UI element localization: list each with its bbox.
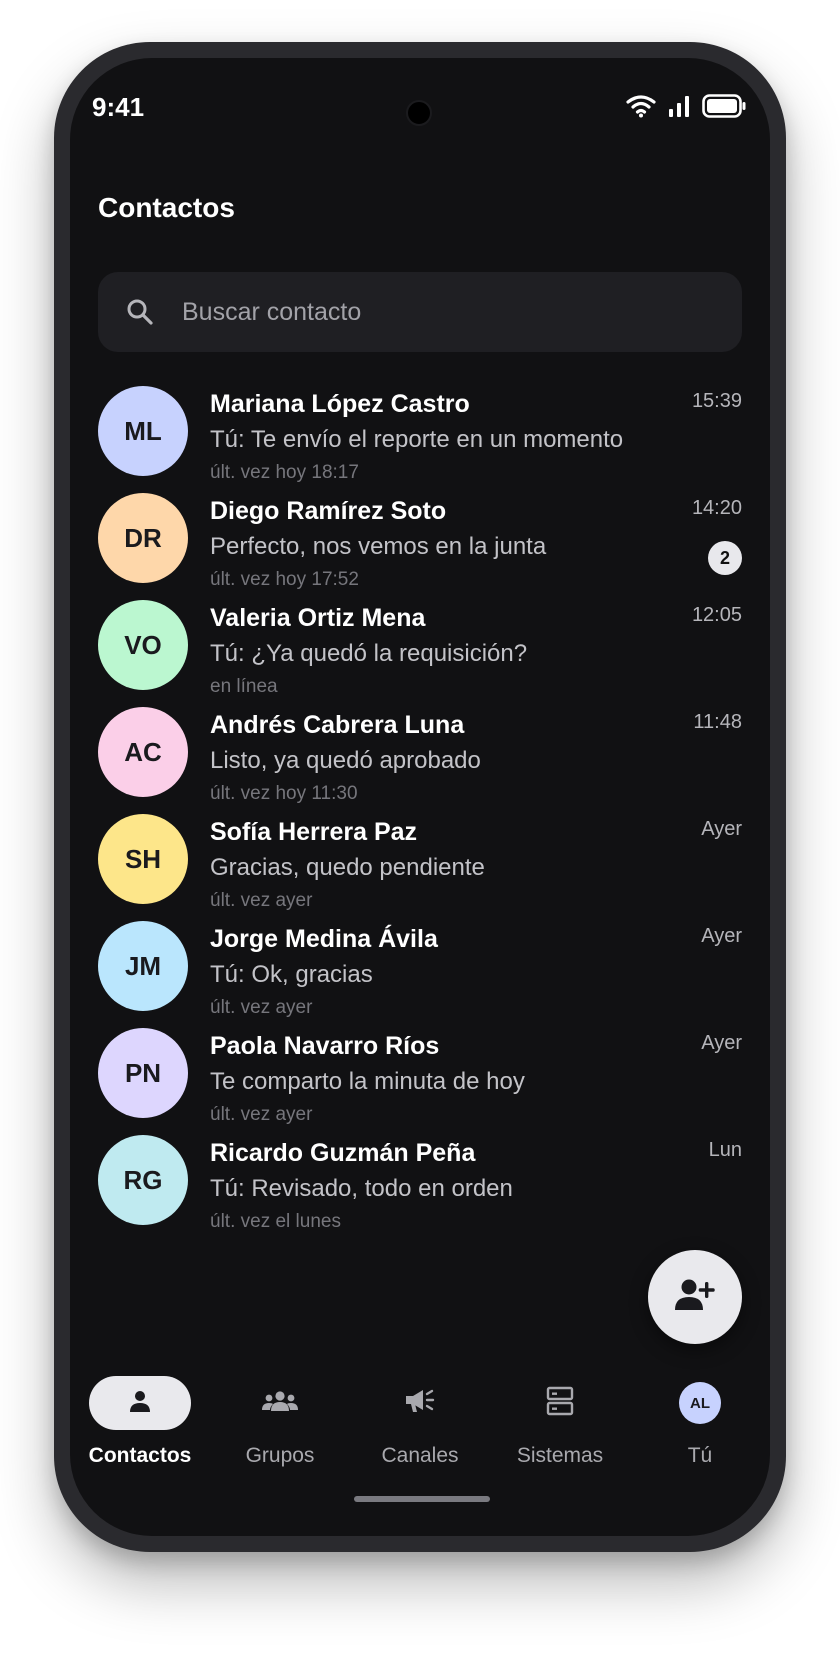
home-indicator[interactable] xyxy=(354,1496,490,1502)
contact-avatar: DR xyxy=(98,493,188,583)
nav-item-tu[interactable]: AL Tú xyxy=(630,1376,770,1476)
contact-last-seen: últ. vez ayer xyxy=(210,1104,313,1125)
nav-label: Tú xyxy=(687,1444,713,1467)
unread-badge: 2 xyxy=(708,541,742,575)
battery-icon xyxy=(702,94,746,118)
nav-pill: AL xyxy=(649,1376,751,1430)
contact-last-message: Tú: ¿Ya quedó la requisición? xyxy=(210,640,528,667)
contact-name: Mariana López Castro xyxy=(210,390,470,418)
contact-last-seen: últ. vez el lunes xyxy=(210,1211,341,1232)
camera-cutout xyxy=(406,100,432,126)
page-title: Contactos xyxy=(98,192,235,223)
nav-label: Sistemas xyxy=(516,1444,604,1467)
contact-name: Jorge Medina Ávila xyxy=(210,925,438,953)
status-bar: 9:41 xyxy=(70,58,770,138)
contact-time: 12:05 xyxy=(691,604,742,626)
contact-last-seen: últ. vez ayer xyxy=(210,997,313,1018)
contact-name: Diego Ramírez Soto xyxy=(210,497,447,525)
contact-name: Sofía Herrera Paz xyxy=(210,818,418,846)
megaphone-icon xyxy=(404,1388,436,1419)
contact-last-message: Tú: Revisado, todo en orden xyxy=(210,1175,513,1202)
person-icon xyxy=(128,1389,152,1418)
nav-label: Canales xyxy=(381,1444,459,1467)
contact-avatar: SH xyxy=(98,814,188,904)
nav-label: Grupos xyxy=(245,1444,315,1467)
contact-time: 15:39 xyxy=(691,390,742,412)
contact-last-message: Perfecto, nos vemos en la junta xyxy=(210,533,547,560)
nav-pill xyxy=(89,1376,191,1430)
contact-name: Andrés Cabrera Luna xyxy=(210,711,465,739)
contact-last-seen: últ. vez hoy 17:52 xyxy=(210,569,359,590)
nav-item-sistemas[interactable]: Sistemas xyxy=(490,1376,630,1476)
contact-name: Valeria Ortiz Mena xyxy=(210,604,426,632)
contact-row[interactable]: SH Sofía Herrera Paz Gracias, quedo pend… xyxy=(70,808,770,915)
contact-row[interactable]: JM Jorge Medina Ávila Tú: Ok, gracias úl… xyxy=(70,915,770,1022)
contact-last-seen: en línea xyxy=(210,676,278,697)
contact-avatar: PN xyxy=(98,1028,188,1118)
status-time: 9:41 xyxy=(92,92,145,122)
nav-item-grupos[interactable]: Grupos xyxy=(210,1376,350,1476)
nav-label: Contactos xyxy=(88,1444,192,1467)
phone-frame: 9:41 Contactos Buscar contacto ML Marian… xyxy=(54,42,786,1552)
search-icon xyxy=(126,298,154,326)
contact-row[interactable]: VO Valeria Ortiz Mena Tú: ¿Ya quedó la r… xyxy=(70,594,770,701)
contact-row[interactable]: ML Mariana López Castro Tú: Te envío el … xyxy=(70,380,770,487)
contact-time: Ayer xyxy=(701,818,742,840)
contact-last-seen: últ. vez ayer xyxy=(210,890,313,911)
group-icon xyxy=(262,1390,298,1417)
wifi-icon xyxy=(626,94,656,118)
contact-name: Ricardo Guzmán Peña xyxy=(210,1139,476,1167)
contact-row[interactable]: AC Andrés Cabrera Luna Listo, ya quedó a… xyxy=(70,701,770,808)
contact-list: ML Mariana López Castro Tú: Te envío el … xyxy=(70,380,770,1236)
bottom-nav: Contactos Grupos Canales Sistemas AL Tú xyxy=(70,1376,770,1486)
contact-time: Lun xyxy=(708,1139,742,1161)
profile-avatar: AL xyxy=(679,1382,721,1424)
status-icons xyxy=(626,94,746,118)
nav-pill xyxy=(229,1376,331,1430)
contact-last-message: Te comparto la minuta de hoy xyxy=(210,1068,525,1095)
add-contact-icon xyxy=(675,1278,715,1317)
contact-name: Paola Navarro Ríos xyxy=(210,1032,440,1060)
contact-last-message: Gracias, quedo pendiente xyxy=(210,854,485,881)
contact-row[interactable]: PN Paola Navarro Ríos Te comparto la min… xyxy=(70,1022,770,1129)
contact-last-message: Listo, ya quedó aprobado xyxy=(210,747,481,774)
contact-time: Ayer xyxy=(701,1032,742,1054)
nav-item-canales[interactable]: Canales xyxy=(350,1376,490,1476)
nav-item-contactos[interactable]: Contactos xyxy=(70,1376,210,1476)
search-bar[interactable] xyxy=(98,272,742,352)
contact-avatar: JM xyxy=(98,921,188,1011)
contact-avatar: ML xyxy=(98,386,188,476)
search-input[interactable] xyxy=(182,272,722,352)
contact-time: 14:20 xyxy=(691,497,742,519)
screen: 9:41 Contactos Buscar contacto ML Marian… xyxy=(70,58,770,1536)
contact-avatar: AC xyxy=(98,707,188,797)
signal-icon xyxy=(668,95,690,117)
contact-time: 11:48 xyxy=(693,711,742,733)
contact-last-message: Tú: Te envío el reporte en un momento xyxy=(210,426,624,453)
contact-avatar: RG xyxy=(98,1135,188,1225)
contact-time: Ayer xyxy=(701,925,742,947)
contact-row[interactable]: DR Diego Ramírez Soto Perfecto, nos vemo… xyxy=(70,487,770,594)
server-icon xyxy=(546,1386,574,1421)
contact-row[interactable]: RG Ricardo Guzmán Peña Tú: Revisado, tod… xyxy=(70,1129,770,1236)
contact-avatar: VO xyxy=(98,600,188,690)
add-contact-button[interactable] xyxy=(648,1250,742,1344)
contact-last-seen: últ. vez hoy 11:30 xyxy=(210,783,358,804)
contact-last-seen: últ. vez hoy 18:17 xyxy=(210,462,359,483)
nav-pill xyxy=(369,1376,471,1430)
contact-last-message: Tú: Ok, gracias xyxy=(210,961,373,988)
nav-pill xyxy=(509,1376,611,1430)
